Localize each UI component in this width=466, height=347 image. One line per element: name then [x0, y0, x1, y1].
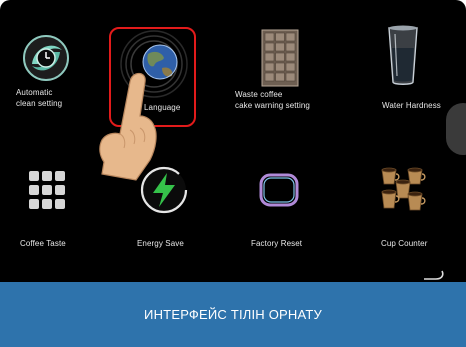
- automatic-clean-label-line2: clean setting: [16, 99, 63, 108]
- reset-icon: [259, 173, 299, 207]
- cup-counter-label: Cup Counter: [381, 239, 428, 248]
- clean-icon: [23, 35, 69, 81]
- factory-reset-label: Factory Reset: [251, 239, 303, 248]
- water-hardness-label: Water Hardness: [382, 101, 441, 110]
- waste-coffee-label-line1: Waste coffee: [235, 90, 283, 99]
- water-glass-icon: [388, 25, 418, 85]
- coffee-taste-label: Coffee Taste: [20, 239, 66, 248]
- lightning-icon: [140, 166, 188, 214]
- taste-grid-icon: [29, 171, 65, 209]
- cups-icon: [381, 167, 426, 211]
- language-label: Language: [144, 103, 181, 112]
- automatic-clean-label-line1: Automatic: [16, 88, 53, 97]
- back-arrow-icon[interactable]: [422, 267, 446, 283]
- caption-banner: ИНТЕРФЕЙС ТІЛІН ОРНАТУ: [0, 282, 466, 347]
- energy-save-label: Energy Save: [137, 239, 184, 248]
- waste-bin-icon: [261, 29, 299, 87]
- caption-text: ИНТЕРФЕЙС ТІЛІН ОРНАТУ: [144, 307, 322, 322]
- scroll-right-handle[interactable]: [446, 103, 466, 155]
- waste-coffee-label-line2: cake warning setting: [235, 101, 310, 110]
